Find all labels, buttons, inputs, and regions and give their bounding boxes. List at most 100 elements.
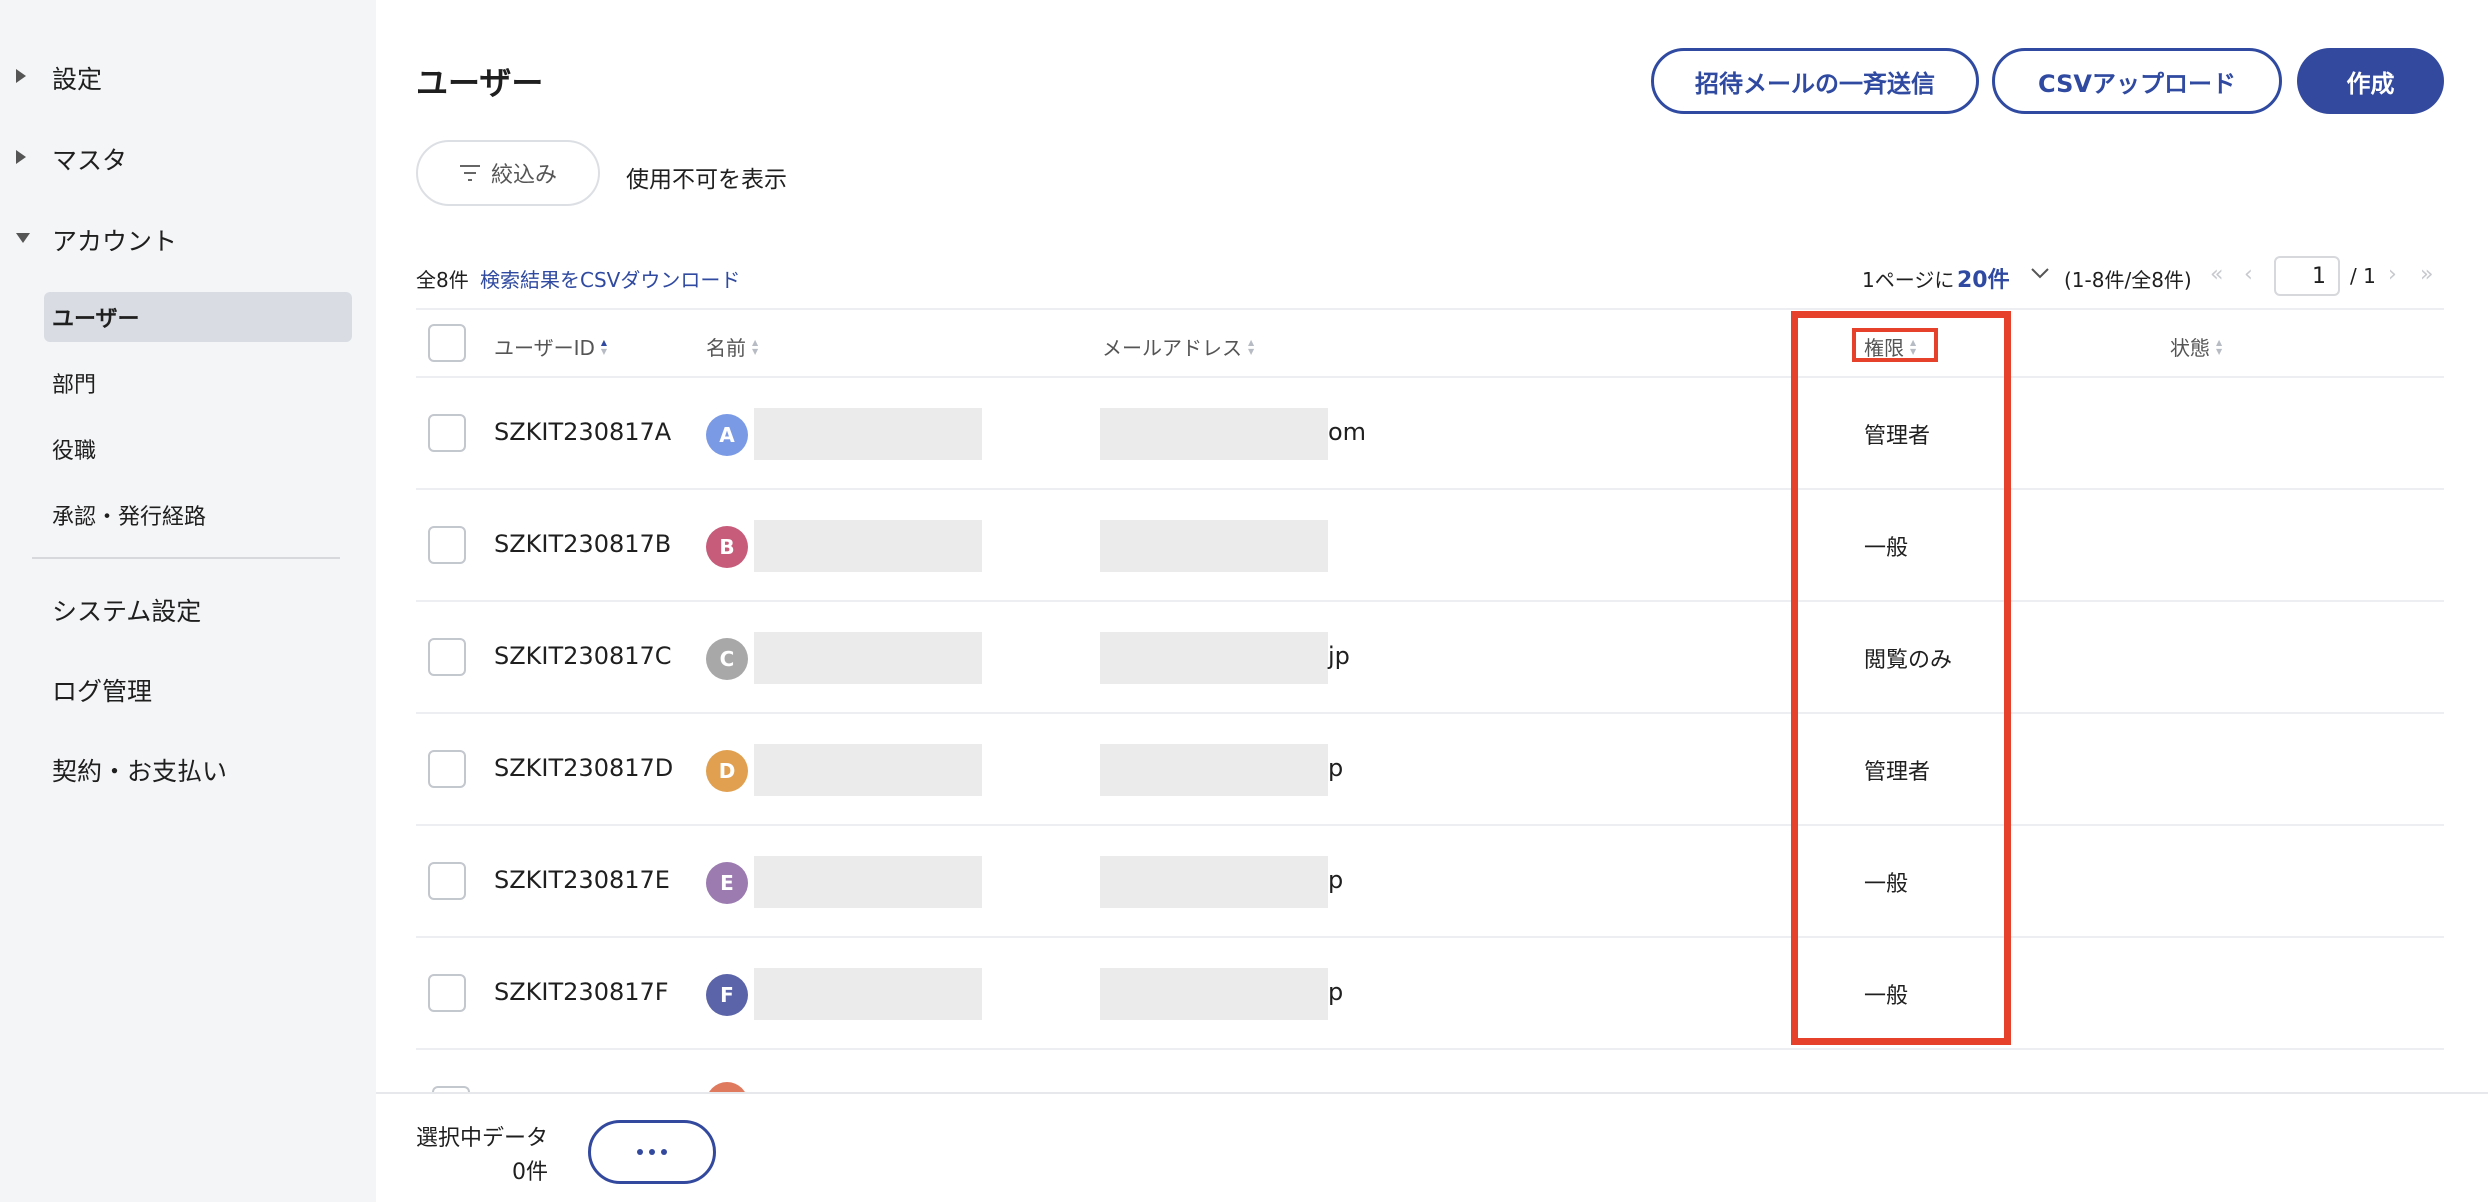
dot-icon [661,1149,667,1155]
last-page-icon[interactable]: » [2420,262,2433,287]
column-header-name[interactable]: 名前 ▲ ▼ [706,332,758,361]
name-redaction [754,632,982,684]
table-body: SZKIT230817A Aom 管理者 SZKIT230817B B 一般 SZKIT23… [416,378,2444,1050]
column-label: 権限 [1864,336,1904,360]
csv-upload-button[interactable]: CSVアップロード [1992,48,2282,114]
column-header-email[interactable]: メールアドレス ▲ ▼ [1102,332,1254,361]
caret-right-icon [16,69,26,83]
email-redaction [1100,632,1328,684]
bulk-invite-button[interactable]: 招待メールの一斉送信 [1651,48,1979,114]
email-redaction [1100,520,1328,572]
next-page-icon[interactable]: › [2388,262,2397,287]
sidebar-group-settings[interactable]: 設定 [0,46,376,106]
chevron-down-icon[interactable] [2030,266,2050,280]
column-label: 名前 [706,336,746,360]
sidebar-group-label: マスタ [52,146,128,175]
name-redaction [754,968,982,1020]
sidebar-divider [32,557,340,559]
select-all-checkbox[interactable] [428,324,466,362]
selection-footer: 選択中データ 0件 [376,1092,2488,1202]
email-cell: p [1328,978,1344,1006]
name-redaction [754,744,982,796]
email-cell: jp [1328,642,1350,670]
column-header-user-id[interactable]: ユーザーID ▲ ▼ [494,332,607,361]
page-number-input[interactable] [2274,256,2340,296]
table-row[interactable]: SZKIT230817E Ep 一般 [416,826,2444,938]
user-id-cell: SZKIT230817D [494,754,674,782]
filter-icon [459,165,480,181]
table-row[interactable]: SZKIT230817D Dp 管理者 [416,714,2444,826]
dot-icon [649,1149,655,1155]
page-title: ユーザー [416,64,544,102]
role-cell: 管理者 [1864,424,1931,449]
per-page-select[interactable]: 20件 [1957,262,2010,294]
show-disabled-toggle[interactable]: 使用不可を表示 [626,160,787,194]
sidebar-group-master[interactable]: マスタ [0,127,376,187]
table-header: ユーザーID ▲ ▼ 名前 ▲ ▼ メールアドレス ▲ ▼ 権限 ▲ ▼ 状態 ▲ ▼ [416,308,2444,378]
avatar: E [706,862,748,904]
table-row[interactable]: SZKIT230817B B 一般 [416,490,2444,602]
table-row[interactable]: SZKIT230817F Fp 一般 [416,938,2444,1050]
user-id-cell: SZKIT230817C [494,642,672,670]
column-header-status[interactable]: 状態 ▲ ▼ [2170,332,2222,361]
name-redaction [754,856,982,908]
role-cell: 一般 [1864,536,1909,561]
role-cell: 閲覧のみ [1864,648,1953,673]
sidebar: 設定 マスタ アカウント ユーザー 部門 役職 承認・発行経路 システム設定 ロ… [0,0,376,1202]
role-cell: 管理者 [1864,760,1931,785]
email-redaction [1100,968,1328,1020]
role-cell: 一般 [1864,984,1909,1009]
sidebar-item-log-management[interactable]: ログ管理 [52,672,152,708]
email-cell: p [1328,754,1344,782]
sidebar-group-account[interactable]: アカウント [0,208,376,268]
caret-down-icon [16,233,30,243]
range-label: (1-8件/全8件) [2064,268,2192,292]
column-label: 状態 [2170,336,2210,360]
sidebar-item-approval-routes[interactable]: 承認・発行経路 [44,490,352,540]
sort-asc-icon: ▲ ▼ [600,337,608,356]
row-checkbox[interactable] [428,862,466,900]
sidebar-item-system-settings[interactable]: システム設定 [52,592,201,628]
per-page-label: 1ページに [1862,268,1955,292]
role-cell: 一般 [1864,872,1909,897]
table-row[interactable]: SZKIT230817A Aom 管理者 [416,378,2444,490]
selected-count: 0件 [512,1160,548,1185]
user-id-cell: SZKIT230817E [494,866,670,894]
row-checkbox[interactable] [428,414,466,452]
csv-download-link[interactable]: 検索結果をCSVダウンロード [480,264,740,293]
row-checkbox[interactable] [428,526,466,564]
first-page-icon[interactable]: « [2210,262,2223,287]
email-redaction [1100,744,1328,796]
email-redaction [1100,408,1328,460]
sidebar-item-positions[interactable]: 役職 [44,424,352,474]
sidebar-item-users[interactable]: ユーザー [44,292,352,342]
filter-label: 絞込み [490,163,557,188]
email-redaction [1100,856,1328,908]
row-checkbox[interactable] [428,638,466,676]
column-label: メールアドレス [1102,336,1242,360]
column-label: ユーザーID [494,336,595,360]
create-button[interactable]: 作成 [2297,48,2444,114]
avatar: F [706,974,748,1016]
avatar: A [706,414,748,456]
total-pages: / 1 [2350,264,2376,288]
dot-icon [637,1149,643,1155]
total-count: 全8件 [416,268,469,292]
more-actions-button[interactable] [588,1120,716,1184]
selected-data-label: 選択中データ [416,1126,549,1151]
sidebar-item-departments[interactable]: 部門 [44,358,352,408]
user-id-cell: SZKIT230817F [494,978,669,1006]
sidebar-group-label: アカウント [52,227,178,256]
sort-icon: ▲ ▼ [1910,337,1917,356]
row-checkbox[interactable] [428,974,466,1012]
prev-page-icon[interactable]: ‹ [2244,262,2253,287]
table-row[interactable]: SZKIT230817C Cjp 閲覧のみ [416,602,2444,714]
name-redaction [754,520,982,572]
row-checkbox[interactable] [428,750,466,788]
column-header-role[interactable]: 権限 ▲ ▼ [1864,332,1916,361]
filter-button[interactable]: 絞込み [416,140,600,206]
users-table: ユーザーID ▲ ▼ 名前 ▲ ▼ メールアドレス ▲ ▼ 権限 ▲ ▼ 状態 ▲ ▼ S… [416,308,2444,1050]
sort-icon: ▲ ▼ [1248,337,1255,356]
caret-right-icon [16,150,26,164]
sidebar-item-billing[interactable]: 契約・お支払い [52,752,227,788]
